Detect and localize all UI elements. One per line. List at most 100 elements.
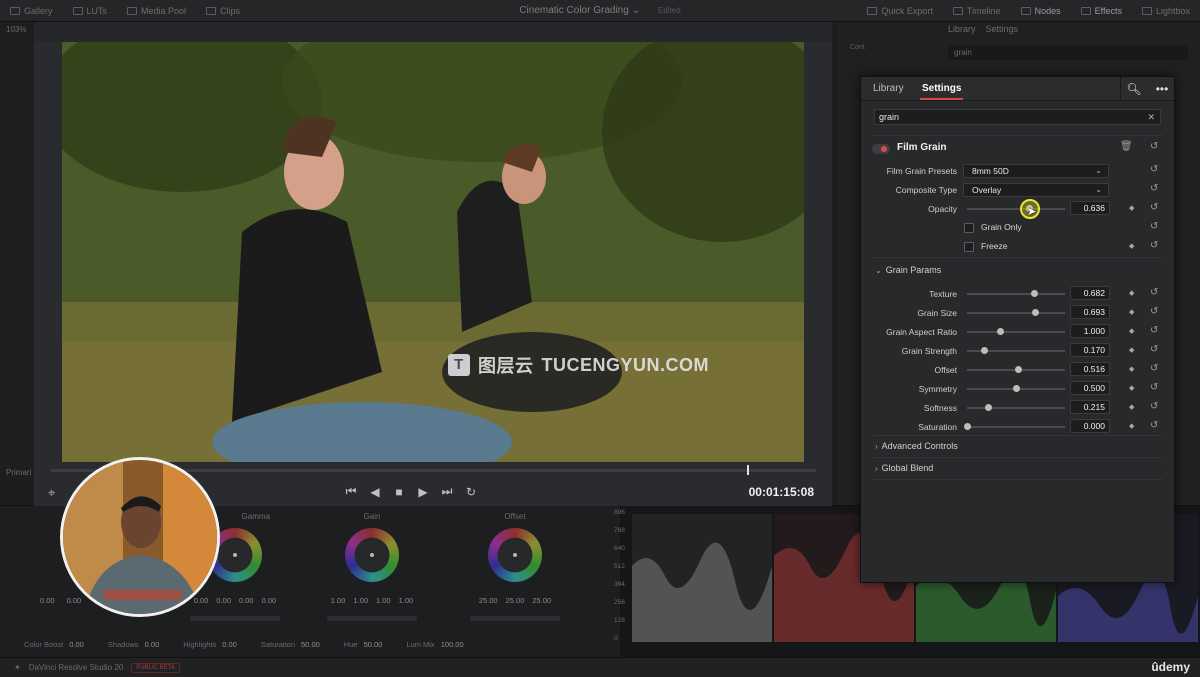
hue-control[interactable]: Hue 50.00 [344, 640, 383, 649]
reset-param-icon[interactable]: ↺ [1150, 363, 1158, 374]
timeline-button[interactable]: Timeline [943, 0, 1011, 22]
param-slider[interactable] [967, 309, 1065, 316]
reset-param-icon[interactable]: ↺ [1150, 287, 1158, 298]
lum-mix-control[interactable]: Lum Mix 100.00 [406, 640, 463, 649]
settings-tab[interactable]: Settings [919, 83, 964, 100]
reset-freeze-icon[interactable]: ↺ [1150, 240, 1158, 251]
keyframe-icon[interactable]: ◆ [1129, 403, 1134, 411]
nodes-button[interactable]: Nodes [1011, 0, 1071, 22]
clear-search-icon[interactable]: ✕ [1147, 110, 1155, 124]
gamma-master-wheel[interactable] [190, 616, 280, 621]
color-boost-control[interactable]: Color Boost 0.00 [24, 640, 84, 649]
saturation-control[interactable]: Saturation 50.00 [261, 640, 320, 649]
keyframe-icon[interactable]: ◆ [1129, 384, 1134, 392]
delete-effect-icon[interactable]: 🗑︎ [1120, 141, 1133, 152]
param-value-field[interactable]: 0.516 [1070, 362, 1110, 376]
zoom-level[interactable]: 103% [6, 25, 26, 34]
clips-tab[interactable]: Clips [196, 0, 250, 22]
keyframe-icon[interactable]: ◆ [1129, 327, 1134, 335]
param-value-field[interactable]: 0.500 [1070, 381, 1110, 395]
gain-wheel[interactable] [345, 528, 399, 582]
film-grain-enable-toggle[interactable] [872, 144, 890, 154]
skip-to-start-icon[interactable]: ⏮ [344, 484, 358, 499]
freeze-checkbox[interactable] [964, 242, 974, 252]
grain-params-section[interactable]: ⌄ Grain Params [875, 265, 941, 275]
param-slider-knob[interactable] [964, 423, 971, 430]
gain-master-wheel[interactable] [327, 616, 417, 621]
composite-type-dropdown[interactable]: Overlay ⌄ [963, 183, 1109, 197]
keyframe-icon[interactable]: ◆ [1129, 346, 1134, 354]
param-slider[interactable] [967, 290, 1065, 297]
reset-param-icon[interactable]: ↺ [1150, 344, 1158, 355]
lightbox-button[interactable]: Lightbox [1132, 0, 1200, 22]
effects-search-input[interactable]: grain ✕ [874, 109, 1161, 125]
param-slider-knob[interactable] [1013, 385, 1020, 392]
keyframe-icon[interactable]: ◆ [1129, 422, 1134, 430]
global-blend-section[interactable]: › Global Blend [875, 463, 933, 473]
hue-value[interactable]: 50.00 [364, 640, 383, 649]
reset-param-icon[interactable]: ↺ [1150, 420, 1158, 431]
param-value-field[interactable]: 0.682 [1070, 286, 1110, 300]
keyframe-icon[interactable]: ◆ [1129, 289, 1134, 297]
playhead[interactable] [747, 465, 750, 475]
param-slider[interactable] [964, 423, 1065, 430]
grain-only-checkbox[interactable] [964, 223, 974, 233]
param-slider-knob[interactable] [985, 404, 993, 411]
param-slider[interactable] [967, 347, 1065, 354]
reset-effect-icon[interactable]: ↺ [1150, 141, 1158, 152]
keyframe-icon[interactable]: ◆ [1129, 365, 1134, 373]
opacity-slider[interactable] [967, 205, 1065, 212]
param-slider-knob[interactable] [980, 347, 988, 354]
param-slider-knob[interactable] [1031, 309, 1039, 316]
highlights-value[interactable]: 0.00 [222, 640, 237, 649]
offset-master-wheel[interactable] [470, 616, 560, 621]
reset-grain-only-icon[interactable]: ↺ [1150, 221, 1158, 232]
bg-library-tab[interactable]: Library [948, 24, 976, 34]
viewer-options-icon[interactable]: ⌖ [48, 485, 55, 501]
media-pool-tab[interactable]: Media Pool [117, 0, 196, 22]
stop-icon[interactable]: ■ [392, 485, 406, 499]
keyframe-icon[interactable]: ◆ [1129, 308, 1134, 316]
offset-wheel[interactable] [488, 528, 542, 582]
param-value-field[interactable]: 0.000 [1070, 419, 1110, 433]
reset-param-icon[interactable]: ↺ [1150, 382, 1158, 393]
reset-param-icon[interactable]: ↺ [1150, 325, 1158, 336]
param-value-field[interactable]: 0.215 [1070, 400, 1110, 414]
bg-search[interactable]: grain [948, 46, 1188, 60]
video-frame[interactable]: T 图层云 TUCENGYUN.COM [62, 42, 804, 462]
skip-to-end-icon[interactable]: ⏭ [440, 484, 454, 499]
param-value-field[interactable]: 0.693 [1070, 305, 1110, 319]
param-slider[interactable] [967, 385, 1065, 392]
library-tab[interactable]: Library [873, 83, 904, 94]
more-options-icon[interactable]: ••• [1151, 79, 1173, 99]
param-slider-knob[interactable] [1030, 290, 1038, 297]
param-slider[interactable] [967, 328, 1065, 335]
gallery-tab[interactable]: Gallery [0, 0, 63, 22]
search-icon[interactable]: 🔍︎ [1123, 79, 1145, 99]
saturation-value[interactable]: 50.00 [301, 640, 320, 649]
keyframe-icon[interactable]: ◆ [1129, 204, 1134, 212]
bg-settings-tab[interactable]: Settings [986, 24, 1019, 34]
reset-opacity-icon[interactable]: ↺ [1150, 202, 1158, 213]
loop-icon[interactable]: ↻ [464, 485, 478, 499]
quick-export-button[interactable]: Quick Export [857, 0, 943, 22]
shadows-control[interactable]: Shadows 0.00 [108, 640, 159, 649]
luts-tab[interactable]: LUTs [63, 0, 118, 22]
param-value-field[interactable]: 1.000 [1070, 324, 1110, 338]
opacity-value-field[interactable]: 0.636 [1070, 201, 1110, 215]
param-value-field[interactable]: 0.170 [1070, 343, 1110, 357]
reset-param-icon[interactable]: ↺ [1150, 306, 1158, 317]
param-slider[interactable] [967, 366, 1065, 373]
play-icon[interactable]: ▶ [416, 485, 430, 499]
reset-presets-icon[interactable]: ↺ [1150, 164, 1158, 175]
reset-composite-icon[interactable]: ↺ [1150, 183, 1158, 194]
param-slider-knob[interactable] [997, 328, 1005, 335]
keyframe-icon[interactable]: ◆ [1129, 242, 1134, 250]
film-grain-presets-dropdown[interactable]: 8mm 50D ⌄ [963, 164, 1109, 178]
advanced-controls-section[interactable]: › Advanced Controls [875, 441, 958, 451]
effects-button[interactable]: Effects [1071, 0, 1132, 22]
param-slider[interactable] [967, 404, 1065, 411]
param-slider-knob[interactable] [1014, 366, 1022, 373]
highlights-control[interactable]: Highlights 0.00 [183, 640, 237, 649]
reset-param-icon[interactable]: ↺ [1150, 401, 1158, 412]
